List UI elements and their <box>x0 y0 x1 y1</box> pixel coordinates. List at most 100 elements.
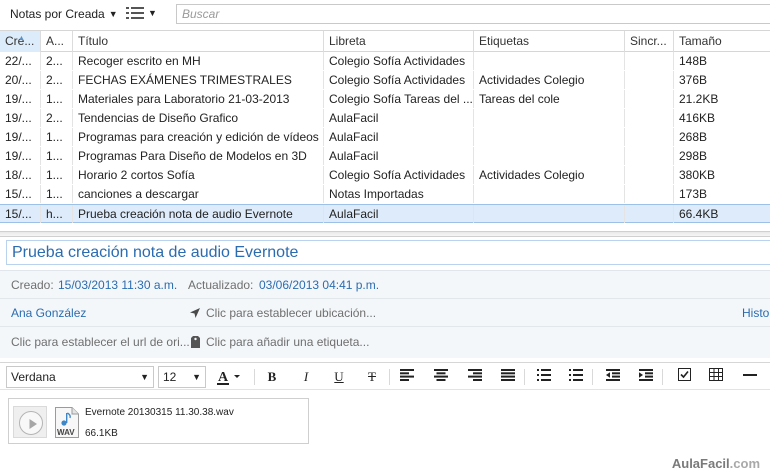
table-row[interactable]: 19/... 1... Programas para creación y edic… <box>0 128 770 147</box>
tag-field[interactable]: Clic para añadir una etiqueta... <box>206 328 369 356</box>
cell-tags <box>474 147 625 165</box>
cell-notebook: Colegio Sofía Actividades <box>324 52 474 70</box>
font-family-select[interactable]: Verdana ▼ <box>6 366 154 388</box>
cell-tags <box>474 185 625 203</box>
view-options-button[interactable]: ▼ <box>126 6 157 20</box>
search-input[interactable]: Buscar <box>176 4 770 24</box>
cell-sync <box>625 166 674 184</box>
pane-splitter[interactable] <box>0 231 770 237</box>
column-header-created[interactable]: ▲ Cre... <box>0 31 41 52</box>
justify-button[interactable] <box>498 367 518 387</box>
cell-title: Materiales para Laboratorio 21-03-2013 <box>73 90 324 108</box>
column-header-size[interactable]: Tamaño <box>674 31 770 52</box>
cell-sync <box>625 205 674 223</box>
sort-dropdown[interactable]: Notas por Creada ▼ <box>10 7 118 21</box>
underline-button[interactable]: U <box>329 367 349 387</box>
column-header-updated[interactable]: A... <box>41 31 73 52</box>
audio-attachment[interactable]: WAV Evernote 20130315 11.30.38.wav 66.1K… <box>8 398 309 444</box>
column-header-tags[interactable]: Etiquetas <box>474 31 625 52</box>
toolbar-separator <box>389 369 390 385</box>
watermark-domain: .com <box>729 456 760 471</box>
bold-button[interactable]: B <box>262 367 282 387</box>
table-row[interactable]: 15/... 1... canciones a descargar Notas Imp… <box>0 185 770 204</box>
wav-icon-label: WAV <box>57 428 75 437</box>
location-field[interactable]: Clic para establecer ubicación... <box>206 299 376 327</box>
cell-notebook: Colegio Sofía Actividades <box>324 166 474 184</box>
outdent-button[interactable] <box>603 367 623 387</box>
source-url-field[interactable]: Clic para establecer el url de ori... <box>11 328 190 356</box>
checkbox-icon <box>677 368 691 381</box>
note-info-panel: Creado: 15/03/2013 11:30 a.m. Actualizad… <box>0 270 770 358</box>
numbered-list-button[interactable] <box>566 367 586 387</box>
cell-size: 173B <box>679 187 708 201</box>
cell-notebook: Notas Importadas <box>324 185 474 203</box>
author-link[interactable]: Ana González <box>11 299 86 327</box>
table-row[interactable]: 19/... 2... Tendencias de Diseño Grafico Au… <box>0 109 770 128</box>
strikethrough-button[interactable]: T <box>362 367 382 387</box>
table-row[interactable]: 15/... h... Prueba creación nota de audio … <box>0 204 770 223</box>
align-right-button[interactable] <box>465 367 485 387</box>
column-header-notebook[interactable]: Libreta <box>324 31 474 52</box>
cell-updated: 1... <box>41 128 73 146</box>
cell-size: 376B <box>679 73 708 87</box>
cell-notebook: AulaFacil <box>324 205 474 223</box>
column-header-title[interactable]: Título <box>73 31 324 52</box>
cell-size: 148B <box>679 54 708 68</box>
italic-button[interactable]: I <box>296 367 316 387</box>
align-left-button[interactable] <box>397 367 417 387</box>
cell-size: 416KB <box>679 111 716 125</box>
cell-sync <box>625 185 674 203</box>
indent-icon <box>639 369 653 381</box>
table-row[interactable]: 20/... 2... FECHAS EXÁMENES TRIMESTRALES Co… <box>0 71 770 90</box>
cell-title: Prueba creación nota de audio Evernote <box>73 205 324 223</box>
table-row[interactable]: 18/... 1... Horario 2 cortos Sofía Colegio … <box>0 166 770 185</box>
play-button[interactable] <box>13 406 47 438</box>
table-button[interactable] <box>706 367 726 387</box>
toolbar-separator <box>592 369 593 385</box>
cell-updated: h... <box>41 205 73 223</box>
cell-size: 380KB <box>679 168 716 182</box>
cell-created: 15/... <box>0 185 41 203</box>
indent-button[interactable] <box>636 367 656 387</box>
cell-notebook: AulaFacil <box>324 128 474 146</box>
font-color-icon: A <box>217 370 240 385</box>
chevron-down-icon: ▼ <box>140 372 149 382</box>
source-tags-row: Clic para establecer el url de ori... Cl… <box>0 328 770 356</box>
bullet-list-button[interactable] <box>534 367 554 387</box>
created-date[interactable]: 15/03/2013 11:30 a.m. <box>58 271 177 299</box>
location-arrow-icon <box>190 308 200 318</box>
updated-date[interactable]: 03/06/2013 04:41 p.m. <box>259 271 379 299</box>
cell-size: 268B <box>679 130 708 144</box>
cell-sync <box>625 128 674 146</box>
table-row[interactable]: 22/... 2... Recoger escrito en MH Colegio S… <box>0 52 770 71</box>
cell-created: 19/... <box>0 90 41 108</box>
note-title-field[interactable]: Prueba creación nota de audio Evernote <box>6 240 770 265</box>
cell-sync <box>625 147 674 165</box>
font-color-button[interactable]: A <box>214 367 246 387</box>
align-right-icon <box>468 369 482 381</box>
cell-title: FECHAS EXÁMENES TRIMESTRALES <box>73 71 324 89</box>
history-link[interactable]: Histo <box>742 299 769 327</box>
toolbar-separator <box>254 369 255 385</box>
column-header-sync[interactable]: Sincr... <box>625 31 674 52</box>
created-label: Creado: <box>11 278 54 292</box>
table-row[interactable]: 19/... 1... Materiales para Laboratorio 21… <box>0 90 770 109</box>
cell-created: 15/... <box>0 205 41 223</box>
cell-title: Recoger escrito en MH <box>73 52 324 70</box>
font-size-select[interactable]: 12 ▼ <box>158 366 206 388</box>
table-icon <box>709 368 723 381</box>
horizontal-rule-button[interactable] <box>740 367 760 387</box>
bullet-list-icon <box>537 369 551 381</box>
cell-tags <box>474 128 625 146</box>
cell-tags: Actividades Colegio <box>474 166 625 184</box>
attachment-size: 66.1KB <box>85 428 118 439</box>
svg-text:A: A <box>218 370 229 385</box>
checkbox-button[interactable] <box>674 367 694 387</box>
align-center-button[interactable] <box>431 367 451 387</box>
table-row[interactable]: 19/... 1... Programas Para Diseño de Model… <box>0 147 770 166</box>
cell-size: 298B <box>679 149 708 163</box>
cell-sync <box>625 71 674 89</box>
outdent-icon <box>606 369 620 381</box>
chevron-down-icon: ▼ <box>148 8 157 18</box>
cell-created: 19/... <box>0 147 41 165</box>
